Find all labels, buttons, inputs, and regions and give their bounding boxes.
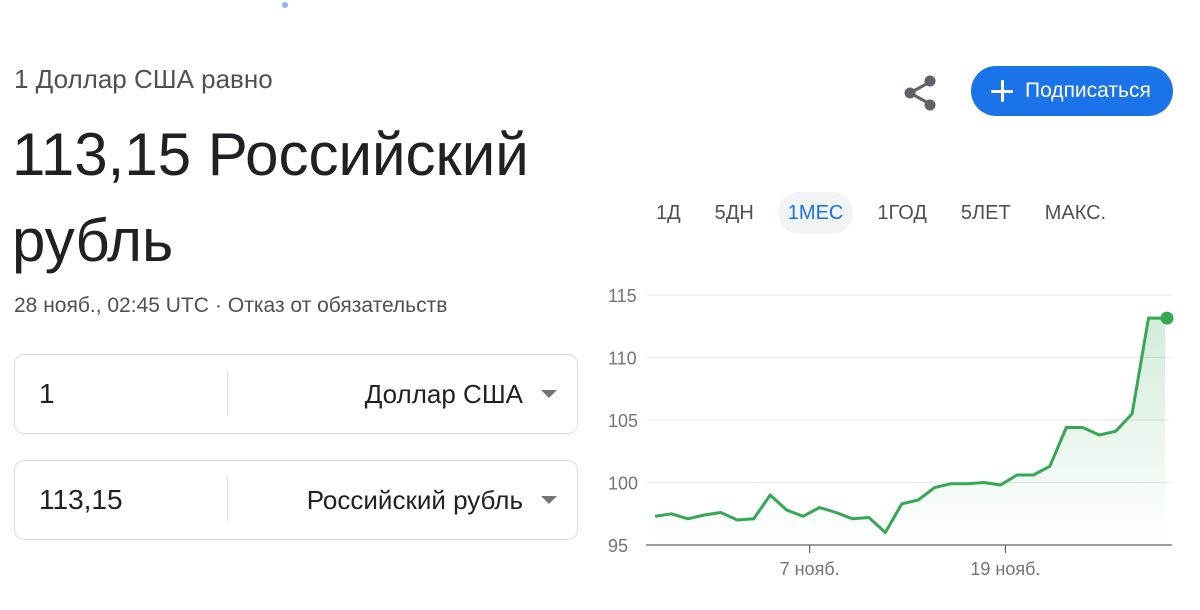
field-divider [227,477,228,521]
field-divider [227,371,228,415]
timestamp-line: 28 нояб., 02:45 UTC · Отказ от обязательст… [14,294,447,318]
dropdown-arrow-icon [541,496,557,504]
from-currency-label: Доллар США [364,379,523,409]
conversion-subtitle: 1 Доллар США равно [14,64,273,94]
x-tick-label: 7 нояб. [780,559,840,579]
share-icon [904,75,936,111]
y-tick-label: 95 [608,536,628,556]
tab-1y[interactable]: 1ГОД [867,192,937,234]
tab-1d[interactable]: 1Д [646,192,691,234]
to-amount-input[interactable] [39,461,219,539]
tab-5d[interactable]: 5ДН [705,192,764,234]
y-tick-label: 100 [608,474,638,494]
timestamp: 28 нояб., 02:45 UTC [14,294,209,317]
plus-icon [991,80,1013,102]
disclaimer-link[interactable]: Отказ от обязательств [228,294,447,317]
tab-1m[interactable]: 1МЕС [777,192,854,234]
y-tick-label: 115 [608,286,637,306]
tab-5y[interactable]: 5ЛЕТ [951,192,1021,234]
from-currency-select[interactable]: Доллар США [365,355,557,433]
subscribe-label: Подписаться [1025,79,1151,102]
separator: · [214,294,222,317]
tab-max[interactable]: МАКС. [1035,192,1116,234]
to-currency-select[interactable]: Российский рубль [307,461,557,539]
x-tick-label: 19 нояб. [970,559,1040,579]
to-currency-row: Российский рубль [14,460,578,540]
rate-chart: 95 100 105 110 115 7 нояб. 19 нояб. [608,286,1174,579]
dropdown-arrow-icon [541,390,557,398]
conversion-result: 113,15 Российский рубль [12,121,529,274]
subscribe-button[interactable]: Подписаться [971,66,1173,116]
last-point-marker [1160,311,1174,325]
y-tick-label: 110 [608,349,637,369]
from-amount-input[interactable] [39,355,219,433]
from-currency-row: Доллар США [14,354,578,434]
share-button[interactable] [898,70,944,116]
top-indicator-dot [282,2,288,8]
y-tick-label: 105 [608,411,638,431]
range-tabs: 1Д 5ДН 1МЕС 1ГОД 5ЛЕТ МАКС. [646,192,1130,234]
to-currency-label: Российский рубль [306,485,523,515]
